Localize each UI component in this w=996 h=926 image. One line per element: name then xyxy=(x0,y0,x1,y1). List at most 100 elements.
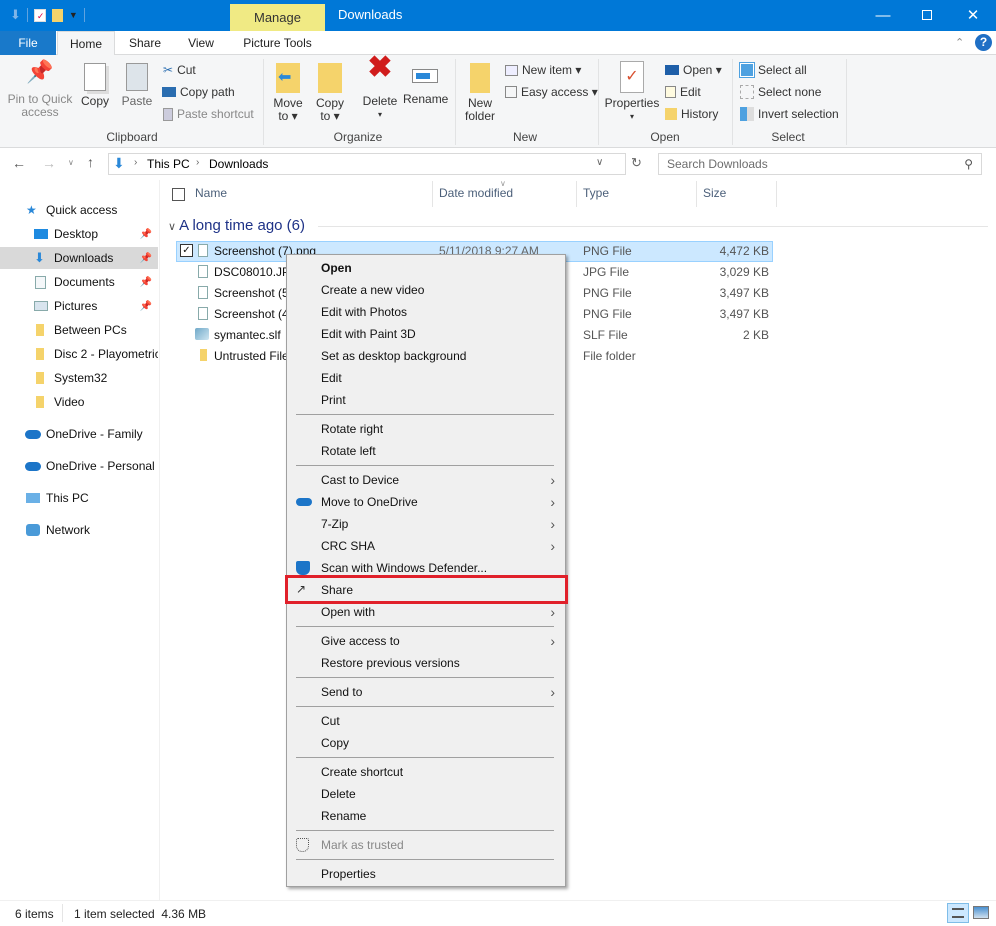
nav-pictures[interactable]: Pictures 📌 xyxy=(0,295,158,317)
menu-item-set-desktop-background[interactable]: Set as desktop background xyxy=(287,345,565,367)
menu-item-delete[interactable]: Delete xyxy=(287,783,565,805)
paste-button[interactable]: Paste xyxy=(120,63,154,108)
menu-item-edit-with-photos[interactable]: Edit with Photos xyxy=(287,301,565,323)
address-input[interactable]: ⬇ › This PC › Downloads ∨ xyxy=(108,153,626,175)
column-header-size[interactable]: Size xyxy=(703,186,726,200)
tab-picture-tools[interactable]: Picture Tools xyxy=(230,31,325,55)
tab-file[interactable]: File xyxy=(0,31,56,55)
select-all-checkbox[interactable] xyxy=(172,188,185,201)
invert-selection-button[interactable]: Invert selection xyxy=(740,107,839,121)
menu-item-open[interactable]: Open xyxy=(287,257,565,279)
window-title: Downloads xyxy=(338,7,403,22)
column-divider[interactable] xyxy=(432,181,433,207)
open-button[interactable]: Open ▾ xyxy=(665,63,722,77)
menu-item-cast-to-device[interactable]: Cast to Device › xyxy=(287,469,565,491)
cut-button[interactable]: ✂ Cut xyxy=(163,63,196,77)
move-to-icon: ⬅ xyxy=(276,63,300,93)
nav-documents[interactable]: Documents 📌 xyxy=(0,271,158,293)
edit-button[interactable]: Edit xyxy=(665,85,701,99)
help-icon[interactable]: ? xyxy=(975,34,992,51)
menu-item-edit-with-paint-3d[interactable]: Edit with Paint 3D xyxy=(287,323,565,345)
minimize-button[interactable]: — xyxy=(860,0,906,31)
delete-button[interactable]: ✖ Delete ▾ xyxy=(362,53,398,121)
pin-to-quick-access-button[interactable]: 📌 Pin to Quick access xyxy=(6,61,74,119)
menu-item-properties[interactable]: Properties xyxy=(287,863,565,885)
menu-item-create-shortcut[interactable]: Create shortcut xyxy=(287,761,565,783)
group-header[interactable]: ∨ A long time ago (6) xyxy=(168,217,305,234)
address-dropdown-icon[interactable]: ∨ xyxy=(596,157,603,168)
easy-access-button[interactable]: Easy access ▾ xyxy=(505,85,598,99)
move-to-button[interactable]: ⬅ Move to ▾ xyxy=(272,63,304,123)
menu-item-rotate-left[interactable]: Rotate left xyxy=(287,440,565,462)
nav-onedrive-personal[interactable]: OneDrive - Personal xyxy=(0,455,158,477)
search-input[interactable]: Search Downloads ⚲ xyxy=(658,153,982,175)
pin-icon: 📌 xyxy=(139,252,152,264)
paste-shortcut-button[interactable]: Paste shortcut xyxy=(163,107,254,121)
menu-item-create-new-video[interactable]: Create a new video xyxy=(287,279,565,301)
row-checkbox[interactable]: ✓ xyxy=(180,244,193,257)
customize-qat-icon[interactable]: ▼ xyxy=(69,10,78,20)
menu-item-print[interactable]: Print xyxy=(287,389,565,411)
nav-between-pcs[interactable]: Between PCs xyxy=(0,319,158,341)
menu-item-send-to[interactable]: Send to › xyxy=(287,681,565,703)
menu-item-rename[interactable]: Rename xyxy=(287,805,565,827)
nav-quick-access[interactable]: ★ Quick access xyxy=(0,199,158,221)
copy-button[interactable]: Copy xyxy=(78,63,112,108)
column-header-date-modified[interactable]: Date modified xyxy=(439,186,513,200)
menu-item-crc-sha[interactable]: CRC SHA › xyxy=(287,535,565,557)
breadcrumb-downloads[interactable]: Downloads xyxy=(209,157,268,171)
menu-item-restore-previous-versions[interactable]: Restore previous versions xyxy=(287,652,565,674)
new-folder-button[interactable]: New folder xyxy=(462,63,498,123)
tab-home[interactable]: Home xyxy=(57,31,115,56)
menu-item-rotate-right[interactable]: Rotate right xyxy=(287,418,565,440)
recent-locations-button[interactable]: ∨ xyxy=(68,158,74,167)
maximize-button[interactable] xyxy=(904,0,950,31)
breadcrumb-this-pc[interactable]: This PC xyxy=(147,157,190,171)
search-icon: ⚲ xyxy=(964,157,973,171)
folder-icon xyxy=(36,324,44,336)
down-arrow-icon[interactable]: ⬇ xyxy=(10,7,21,23)
refresh-button[interactable]: ↻ xyxy=(631,155,642,171)
forward-button[interactable]: → xyxy=(42,155,56,171)
back-button[interactable]: ← xyxy=(12,155,26,171)
large-icons-view-button[interactable] xyxy=(973,906,989,919)
properties-icon[interactable]: ✓ xyxy=(33,8,46,22)
nav-video[interactable]: Video xyxy=(0,391,158,413)
select-none-button[interactable]: Select none xyxy=(740,85,821,99)
new-item-icon xyxy=(505,64,518,76)
history-button[interactable]: History xyxy=(665,107,718,121)
properties-button[interactable]: ✓ Properties ▾ xyxy=(604,61,660,123)
column-header-type[interactable]: Type xyxy=(583,186,609,200)
nav-network[interactable]: Network xyxy=(0,519,158,541)
column-divider[interactable] xyxy=(776,181,777,207)
new-folder-icon[interactable] xyxy=(51,8,63,22)
copy-path-button[interactable]: Copy path xyxy=(162,85,235,99)
menu-item-give-access-to[interactable]: Give access to › xyxy=(287,630,565,652)
column-divider[interactable] xyxy=(696,181,697,207)
menu-item-cut[interactable]: Cut xyxy=(287,710,565,732)
rename-button[interactable]: Rename xyxy=(403,63,448,106)
manage-context-tab[interactable]: Manage xyxy=(230,4,325,31)
close-button[interactable]: ✕ xyxy=(950,0,996,31)
tab-share[interactable]: Share xyxy=(118,31,172,55)
column-header-name[interactable]: Name xyxy=(195,186,227,200)
menu-item-move-to-onedrive[interactable]: Move to OneDrive › xyxy=(287,491,565,513)
menu-item-7-zip[interactable]: 7-Zip › xyxy=(287,513,565,535)
menu-item-edit[interactable]: Edit xyxy=(287,367,565,389)
nav-downloads[interactable]: ⬇ Downloads 📌 xyxy=(0,247,158,269)
nav-disc-2[interactable]: Disc 2 - Playometric xyxy=(0,343,158,365)
copy-to-button[interactable]: Copy to ▾ xyxy=(314,63,346,123)
nav-desktop[interactable]: Desktop 📌 xyxy=(0,223,158,245)
column-divider[interactable] xyxy=(576,181,577,207)
select-all-button[interactable]: Select all xyxy=(739,62,807,78)
nav-system32[interactable]: System32 xyxy=(0,367,158,389)
collapse-ribbon-icon[interactable]: ⌃ xyxy=(955,36,964,49)
up-button[interactable]: ↑ xyxy=(87,154,94,170)
nav-onedrive-family[interactable]: OneDrive - Family xyxy=(0,423,158,445)
details-view-button[interactable] xyxy=(947,903,969,923)
tab-view[interactable]: View xyxy=(176,31,226,55)
new-item-button[interactable]: New item ▾ xyxy=(505,63,581,77)
menu-item-open-with[interactable]: Open with › xyxy=(287,601,565,623)
nav-this-pc[interactable]: This PC xyxy=(0,487,158,509)
menu-item-copy[interactable]: Copy xyxy=(287,732,565,754)
